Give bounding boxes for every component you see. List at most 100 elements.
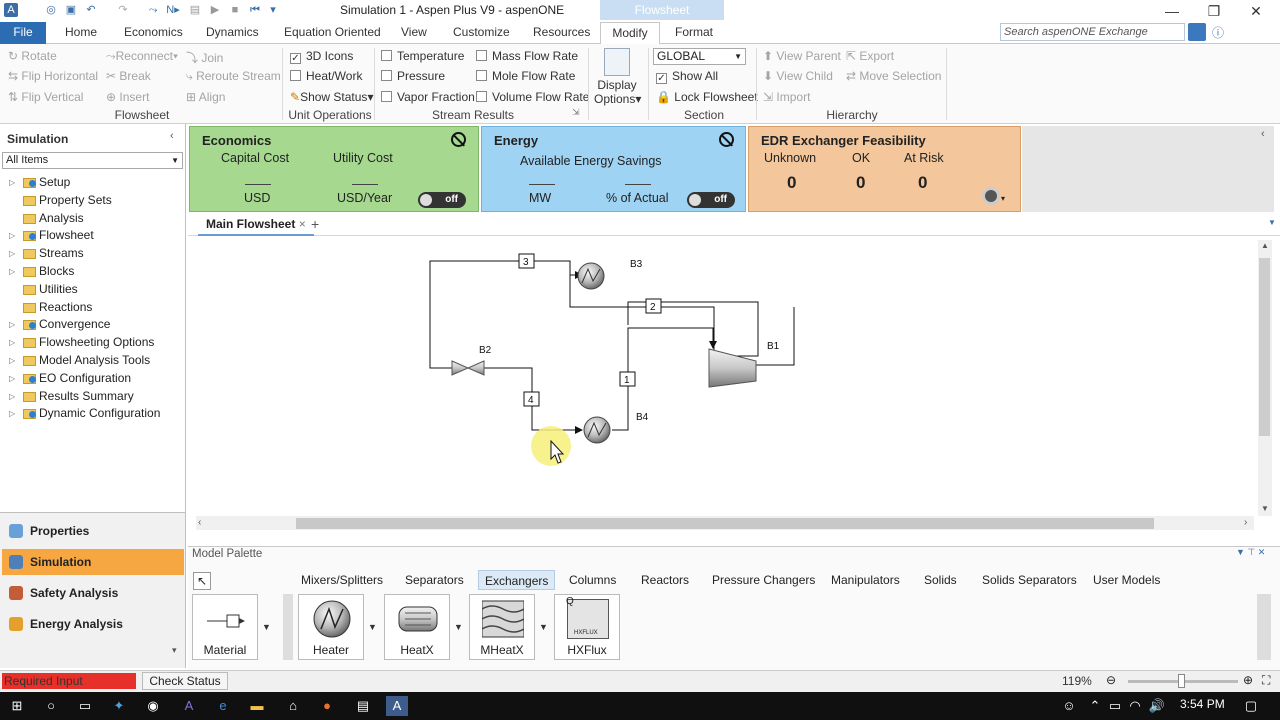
- scroll-right-icon[interactable]: ›: [1244, 517, 1247, 528]
- redo-icon[interactable]: ↷: [116, 3, 130, 17]
- tree-item[interactable]: Analysis: [0, 210, 184, 228]
- nav-properties[interactable]: Properties: [2, 518, 184, 544]
- tab-view[interactable]: View: [397, 22, 431, 44]
- new-icon[interactable]: ◎: [44, 3, 58, 17]
- palette-scroll-right[interactable]: [1257, 594, 1271, 660]
- palette-tab-user-models[interactable]: User Models: [1087, 570, 1166, 590]
- show-status-button[interactable]: ✎Show Status▾: [290, 90, 373, 104]
- mass-flow-rate-checkbox[interactable]: Mass Flow Rate: [476, 49, 578, 63]
- tree-item[interactable]: Property Sets: [0, 192, 184, 210]
- aspen-plus-active-icon[interactable]: A: [386, 696, 408, 716]
- tray-chevron-icon[interactable]: ⌃: [1084, 696, 1106, 716]
- palette-tab-solids[interactable]: Solids: [918, 570, 963, 590]
- tab-home[interactable]: Home: [61, 22, 101, 44]
- tab-economics[interactable]: Economics: [120, 22, 187, 44]
- notepad-icon[interactable]: ▤: [352, 696, 374, 716]
- move-selection-button[interactable]: ⇄ Move Selection: [846, 69, 941, 83]
- tab-format[interactable]: Format: [671, 22, 717, 44]
- scroll-down-icon[interactable]: ▼: [1261, 504, 1269, 513]
- heat-work-checkbox[interactable]: Heat/Work: [290, 69, 362, 83]
- tab-dynamics[interactable]: Dynamics: [202, 22, 263, 44]
- tab-resources[interactable]: Resources: [529, 22, 594, 44]
- palette-item-mheatx[interactable]: MHeatX: [469, 594, 535, 660]
- heater-dropdown-icon[interactable]: ▼: [368, 622, 377, 632]
- zoom-slider-thumb[interactable]: [1178, 674, 1185, 688]
- network-icon[interactable]: ▭: [1104, 696, 1126, 716]
- zoom-in-icon[interactable]: ⊕: [1243, 673, 1253, 687]
- palette-tab-pressure-changers[interactable]: Pressure Changers: [706, 570, 821, 590]
- tree-item[interactable]: ▷ Model Analysis Tools: [0, 352, 184, 370]
- wifi-icon[interactable]: ◠: [1124, 696, 1146, 716]
- volume-icon[interactable]: 🔊: [1146, 696, 1168, 716]
- material-dropdown-icon[interactable]: ▼: [262, 622, 271, 632]
- heatx-dropdown-icon[interactable]: ▼: [454, 622, 463, 632]
- temperature-checkbox[interactable]: Temperature: [381, 49, 464, 63]
- reconnect-button[interactable]: ⤳Reconnect▾: [106, 49, 178, 64]
- expand-arrow-icon[interactable]: ▷: [9, 352, 15, 370]
- palette-item-heatx[interactable]: HeatX: [384, 594, 450, 660]
- join-button[interactable]: ⤵ Join: [186, 49, 223, 66]
- undo-icon[interactable]: ↶: [84, 3, 98, 17]
- aspen-taskbar-icon[interactable]: A: [178, 696, 200, 716]
- expand-arrow-icon[interactable]: ▷: [9, 245, 15, 263]
- view-child-button[interactable]: ⬇ View Child: [763, 69, 833, 83]
- nav-safety-analysis[interactable]: Safety Analysis: [2, 580, 184, 606]
- help-icon[interactable]: ⓘ: [1212, 24, 1224, 41]
- expand-arrow-icon[interactable]: ▷: [9, 227, 15, 245]
- quick-access-dropdown-icon[interactable]: ▾: [266, 3, 280, 17]
- expand-arrow-icon[interactable]: ▷: [9, 316, 15, 334]
- edge-icon[interactable]: e: [212, 696, 234, 716]
- tree-item[interactable]: ▷ Convergence: [0, 316, 184, 334]
- palette-item-material[interactable]: Material: [192, 594, 258, 660]
- tree-item[interactable]: ▷ EO Configuration: [0, 370, 184, 388]
- expand-arrow-icon[interactable]: ▷: [9, 174, 15, 192]
- start-icon[interactable]: ⊞: [6, 696, 28, 716]
- palette-tab-reactors[interactable]: Reactors: [635, 570, 695, 590]
- tab-customize[interactable]: Customize: [449, 22, 514, 44]
- collapse-pane-icon[interactable]: ‹: [170, 130, 174, 142]
- scroll-up-icon[interactable]: ▲: [1261, 241, 1269, 250]
- expand-arrow-icon[interactable]: ▷: [9, 370, 15, 388]
- 3d-icons-checkbox[interactable]: ✓ 3D Icons: [290, 49, 353, 64]
- display-options-button[interactable]: Display Options▾: [594, 78, 641, 106]
- mole-flow-rate-checkbox[interactable]: Mole Flow Rate: [476, 69, 575, 83]
- flip-horizontal-button[interactable]: ⇆ Flip Horizontal: [8, 69, 98, 83]
- palette-tab-columns[interactable]: Columns: [563, 570, 622, 590]
- tree-item[interactable]: ▷ Streams: [0, 245, 184, 263]
- palette-options-icon[interactable]: ▼ ⊤ ✕: [1236, 547, 1265, 558]
- run-icon[interactable]: ▶: [208, 3, 222, 17]
- search-icon[interactable]: [1188, 23, 1206, 41]
- fit-view-icon[interactable]: ⛶: [1262, 673, 1270, 688]
- palette-tab-solids-separators[interactable]: Solids Separators: [976, 570, 1083, 590]
- tab-main-flowsheet[interactable]: Main Flowsheet ×: [198, 214, 314, 236]
- search-taskbar-icon[interactable]: ○: [40, 696, 62, 716]
- expand-arrow-icon[interactable]: ▷: [9, 263, 15, 281]
- tree-item[interactable]: ▷ Setup: [0, 174, 184, 192]
- tree-item[interactable]: ▷ Dynamic Configuration: [0, 405, 184, 423]
- filter-select[interactable]: All Items ▼: [2, 152, 183, 169]
- reroute-stream-button[interactable]: ⤷ Reroute Stream: [186, 69, 281, 84]
- show-all-checkbox[interactable]: ✓ Show All: [656, 69, 718, 84]
- control-panel-icon[interactable]: ▤: [188, 3, 202, 17]
- view-parent-button[interactable]: ⬆ View Parent: [763, 49, 841, 63]
- notifications-icon[interactable]: ▢: [1240, 696, 1262, 716]
- palette-tab-separators[interactable]: Separators: [399, 570, 470, 590]
- select-mode-icon[interactable]: ↖: [193, 572, 211, 590]
- close-tab-icon[interactable]: ×: [299, 217, 306, 231]
- reset-icon[interactable]: ⏮: [248, 3, 262, 17]
- restore-icon[interactable]: ❐: [1194, 2, 1234, 20]
- expand-arrow-icon[interactable]: ▷: [9, 334, 15, 352]
- palette-scroll-left[interactable]: [283, 594, 293, 660]
- store-icon[interactable]: ⌂: [282, 696, 304, 716]
- next-icon[interactable]: N▸: [166, 3, 180, 17]
- people-icon[interactable]: ☺: [1058, 696, 1080, 716]
- palette-tab-exchangers[interactable]: Exchangers: [478, 570, 556, 590]
- lock-flowsheet-button[interactable]: 🔒 Lock Flowsheet: [656, 90, 758, 104]
- tab-equation-oriented[interactable]: Equation Oriented: [280, 22, 385, 44]
- import-button[interactable]: ⇲ Import: [763, 90, 810, 104]
- tree-item[interactable]: Reactions: [0, 299, 184, 317]
- palette-tab-mixers-splitters[interactable]: Mixers/Splitters: [295, 570, 389, 590]
- edr-dropdown-icon[interactable]: ▾: [1001, 194, 1005, 203]
- energy-toggle[interactable]: off: [687, 192, 735, 208]
- scroll-left-icon[interactable]: ‹: [198, 517, 201, 528]
